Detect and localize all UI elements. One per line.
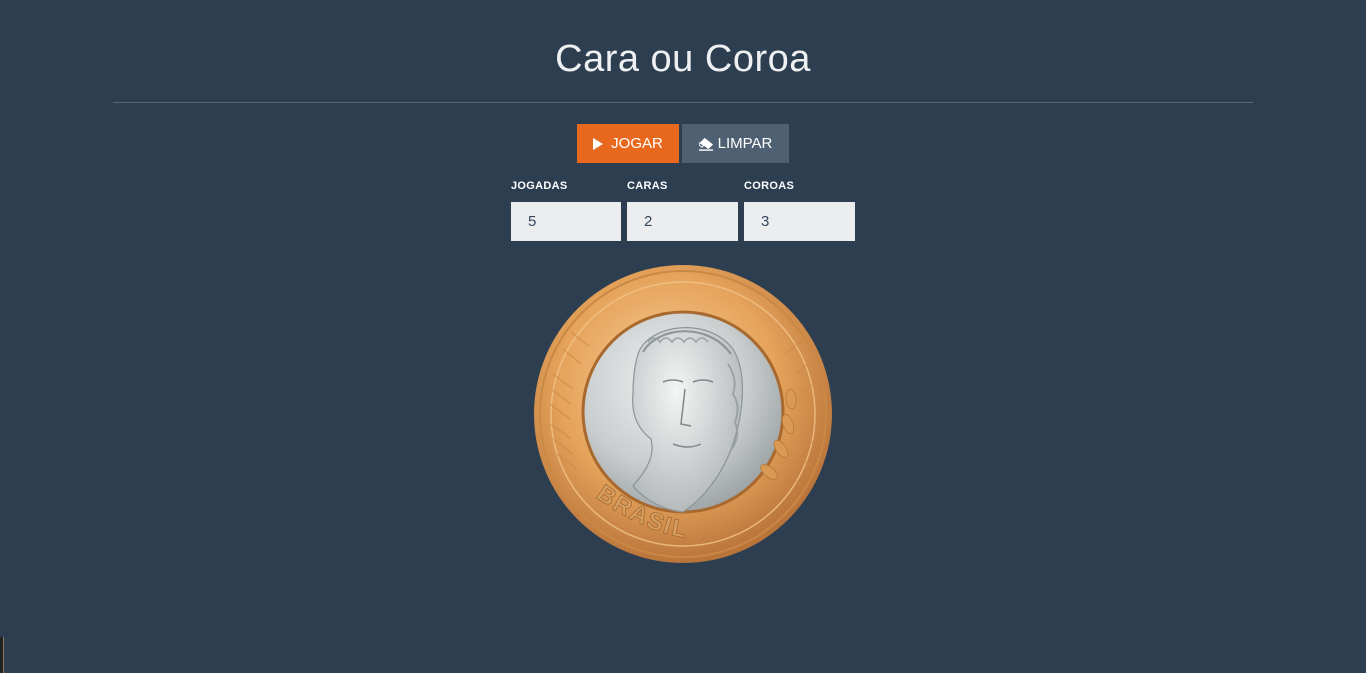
plays-field[interactable] — [511, 202, 621, 241]
tails-field[interactable] — [744, 202, 855, 241]
play-button-label: JOGAR — [611, 135, 663, 152]
eraser-icon — [698, 137, 713, 151]
page: Cara ou Coroa JOGAR LIMPAR JOGADAS CARAS… — [0, 0, 1366, 673]
clear-button-label: LIMPAR — [717, 135, 773, 152]
window-edge — [0, 637, 4, 673]
tails-label: COROAS — [744, 180, 795, 192]
play-button[interactable]: JOGAR — [577, 124, 679, 163]
coin-image[interactable]: BRASIL — [533, 264, 833, 564]
clear-button[interactable]: LIMPAR — [682, 124, 789, 163]
divider — [113, 102, 1253, 103]
play-icon — [593, 137, 604, 150]
page-title: Cara ou Coroa — [555, 38, 811, 80]
heads-field[interactable] — [627, 202, 738, 241]
plays-label: JOGADAS — [511, 180, 568, 192]
heads-label: CARAS — [627, 180, 668, 192]
